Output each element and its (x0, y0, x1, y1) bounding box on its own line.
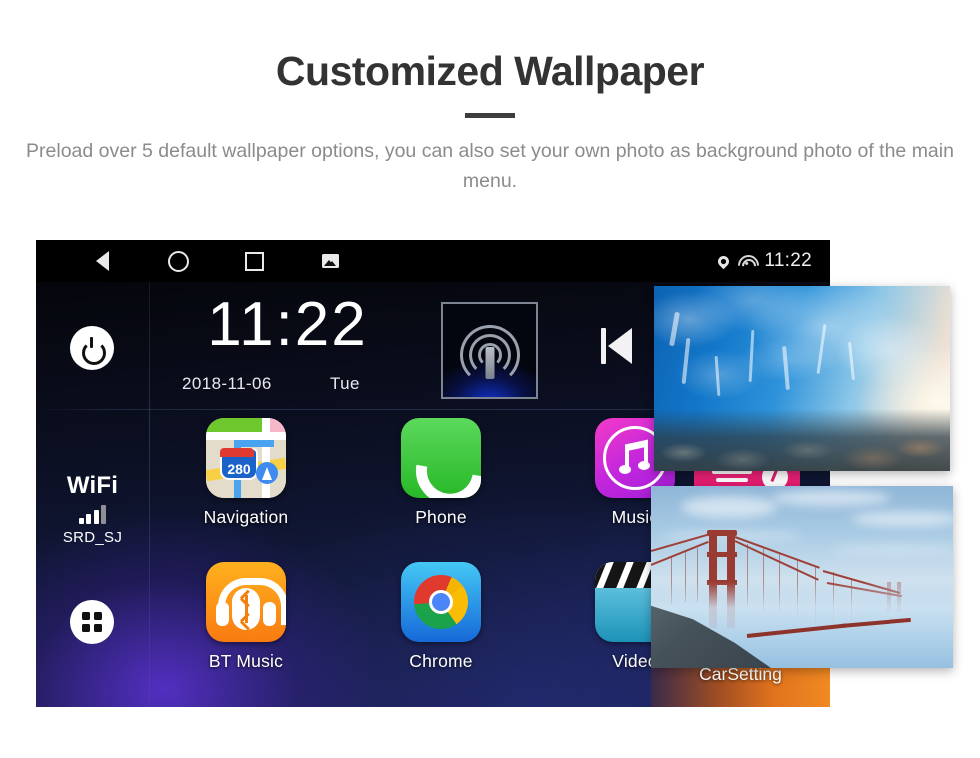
apps-grid-icon (82, 612, 102, 632)
left-sidebar: WiFi SRD_SJ (36, 282, 149, 707)
previous-track-icon[interactable] (601, 326, 635, 366)
power-icon (81, 337, 106, 365)
wifi-status-block[interactable]: WiFi SRD_SJ (36, 472, 149, 546)
wifi-label: WiFi (66, 472, 119, 499)
signal-bars-icon (36, 504, 149, 524)
app-label: Phone (415, 507, 467, 527)
location-pin-icon (716, 253, 732, 269)
home-circle-icon[interactable] (167, 250, 189, 272)
app-label: BT Music (208, 651, 284, 671)
screenshot-icon[interactable] (319, 250, 341, 272)
power-button[interactable] (70, 326, 114, 370)
app-label: Navigation (203, 507, 289, 527)
maps-icon: 280 (206, 418, 286, 498)
ice-cave-wallpaper[interactable] (654, 286, 950, 471)
page-subtitle: Preload over 5 default wallpaper options… (26, 140, 954, 193)
radio-broadcast-icon (441, 302, 538, 399)
page-root: Customized Wallpaper Preload over 5 defa… (0, 0, 980, 758)
app-bt-music[interactable]: BT Music (171, 562, 321, 672)
bottom-whitespace (0, 707, 980, 758)
wifi-ssid: SRD_SJ (62, 529, 123, 546)
chrome-icon (401, 562, 481, 642)
app-label: Chrome (409, 651, 473, 671)
clock-time: 11:22 (207, 290, 368, 359)
clock-widget[interactable]: 11:22 2018-11-06 Tue (150, 282, 425, 409)
page-title: Customized Wallpaper (275, 48, 705, 94)
golden-gate-bridge-wallpaper[interactable] (651, 486, 953, 668)
clock-weekday: Tue (330, 374, 360, 393)
recents-square-icon[interactable] (243, 250, 265, 272)
android-nav-buttons (91, 250, 341, 272)
bluetooth-headphones-icon (206, 562, 286, 642)
shield-number: 280 (227, 461, 251, 477)
title-divider (465, 113, 515, 119)
marketing-header: Customized Wallpaper Preload over 5 defa… (0, 0, 980, 197)
apps-grid-button[interactable] (70, 600, 114, 644)
status-indicators: 11:22 (716, 240, 812, 282)
phone-icon (401, 418, 481, 498)
wifi-icon (734, 250, 764, 281)
app-navigation[interactable]: 280 Navigation (171, 418, 321, 528)
back-triangle-icon[interactable] (91, 250, 113, 272)
android-status-bar: 11:22 (36, 240, 830, 282)
clock-date: 2018-11-06 (182, 374, 272, 393)
app-chrome[interactable]: Chrome (366, 562, 516, 672)
app-phone[interactable]: Phone (366, 418, 516, 528)
status-bar-time: 11:22 (764, 250, 812, 271)
